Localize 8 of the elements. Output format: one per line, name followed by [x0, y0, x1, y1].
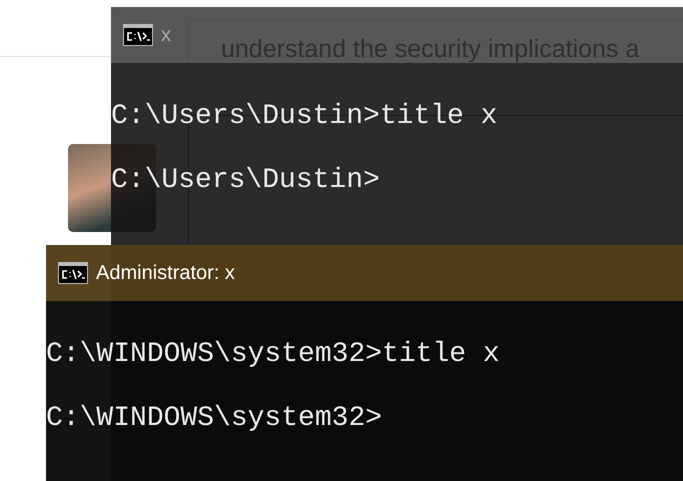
- console-icon: [123, 24, 153, 46]
- window-title: x: [161, 24, 171, 46]
- console-line: C:\WINDOWS\system32>title x: [46, 338, 501, 372]
- console-line: C:\Users\Dustin>title x: [111, 100, 498, 134]
- console-line: C:\WINDOWS\system32>: [46, 402, 384, 436]
- console-icon: [58, 262, 88, 284]
- console-line: C:\Users\Dustin>: [111, 164, 381, 198]
- window-title: Administrator: x: [96, 262, 235, 284]
